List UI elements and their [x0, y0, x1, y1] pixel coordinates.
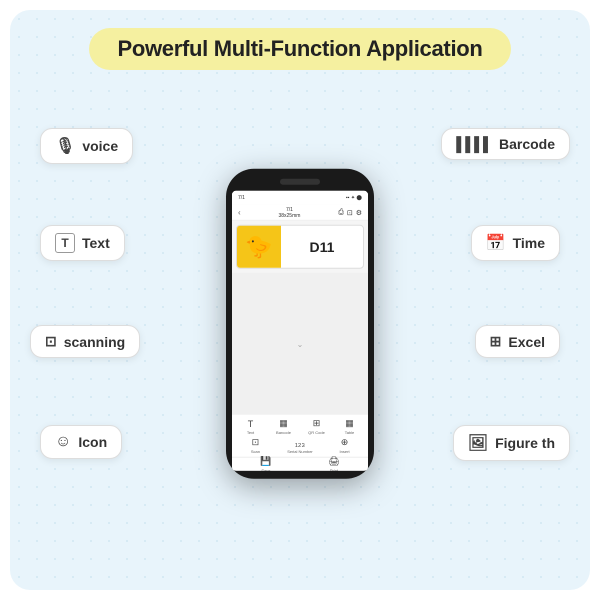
- title-text: Powerful Multi-Function Application: [117, 36, 482, 61]
- badge-excel: ⊞ Excel: [475, 325, 560, 358]
- scan-icon: ⊡: [45, 333, 57, 350]
- phone-notch: [280, 179, 320, 185]
- phone-toolbar[interactable]: T Text ▦ Barcode ⊞ QR Code ▦: [232, 415, 368, 457]
- toolbar-qrcode[interactable]: ⊞ QR Code: [306, 418, 328, 435]
- phone-screen: 7/1 ▪▪ ✦ ⬤ ‹ 7/1 38x25mm ⎙ ⊡ ⚙: [232, 191, 368, 471]
- content-area: 7/1 ▪▪ ✦ ⬤ ‹ 7/1 38x25mm ⎙ ⊡ ⚙: [10, 70, 590, 590]
- qr-toolbar-icon: ⊞: [313, 418, 321, 429]
- text-icon: T: [55, 233, 75, 253]
- phone-status-bar: 7/1 ▪▪ ✦ ⬤: [232, 191, 368, 205]
- badge-icon-feature: ☺ Icon: [40, 425, 122, 459]
- label-preview: 🐤 D11: [236, 225, 364, 269]
- toolbar-insert[interactable]: ⊕ Insert: [334, 437, 356, 454]
- insert-toolbar-icon: ⊕: [341, 437, 349, 448]
- time-icon: 📅: [486, 233, 506, 253]
- back-chevron-icon[interactable]: ‹: [238, 208, 241, 217]
- print-btn[interactable]: 🖨 Print: [328, 456, 339, 471]
- barcode-toolbar-icon: ▦: [279, 418, 288, 429]
- duck-emoji: 🐤: [237, 225, 281, 269]
- toolbar-barcode[interactable]: ▦ Barcode: [273, 418, 295, 435]
- badge-barcode: ▌▌▌▌ Barcode: [441, 128, 570, 160]
- phone-mockup: 7/1 ▪▪ ✦ ⬤ ‹ 7/1 38x25mm ⎙ ⊡ ⚙: [226, 169, 374, 479]
- toolbar-serial[interactable]: ₁₂₃ Serial Number: [287, 437, 313, 453]
- toolbar-row-1: T Text ▦ Barcode ⊞ QR Code ▦: [234, 418, 366, 435]
- badge-time: 📅 Time: [471, 225, 560, 261]
- print-icon: 🖨: [328, 456, 339, 467]
- scan-toolbar-icon: ⊡: [252, 437, 260, 448]
- toolbar-table[interactable]: ▦ Table: [339, 418, 361, 435]
- save-icon: 💾: [260, 456, 271, 467]
- text-toolbar-icon: T: [248, 418, 254, 428]
- toolbar-scan[interactable]: ⊡ Scan: [244, 437, 266, 454]
- image-icon: 🖼: [468, 433, 488, 453]
- time-label: Time: [513, 235, 545, 251]
- phone-nav-bar: ‹ 7/1 38x25mm ⎙ ⊡ ⚙: [232, 205, 368, 221]
- badge-text: T Text: [40, 225, 125, 261]
- label-d11-text: D11: [281, 239, 363, 255]
- save-btn[interactable]: 💾 Save: [260, 456, 271, 471]
- table-toolbar-icon: ▦: [345, 418, 354, 429]
- settings-icon[interactable]: ⚙: [356, 208, 362, 216]
- status-signal: ▪▪ ✦ ⬤: [346, 195, 362, 201]
- share-icon[interactable]: ⎙: [338, 208, 344, 216]
- app-title: Powerful Multi-Function Application: [89, 28, 510, 70]
- expand-icon: ⌄: [297, 339, 304, 348]
- phone-bottom-bar: 💾 Save 🖨 Print: [232, 457, 368, 471]
- toolbar-text[interactable]: T Text: [240, 418, 262, 434]
- status-time: 7/1: [238, 195, 245, 201]
- badge-voice: 🎙 voice: [40, 128, 133, 164]
- nav-icons: ⎙ ⊡ ⚙: [338, 208, 362, 216]
- app-container: Powerful Multi-Function Application 7/1 …: [10, 10, 590, 590]
- toolbar-row-2: ⊡ Scan ₁₂₃ Serial Number ⊕ Insert: [234, 437, 366, 454]
- badge-figure: 🖼 Figure th: [453, 425, 570, 461]
- excel-label: Excel: [508, 334, 545, 350]
- nav-title: 7/1 38x25mm: [278, 206, 300, 218]
- barcode-icon: ▌▌▌▌: [456, 136, 492, 152]
- excel-icon: ⊞: [490, 333, 502, 350]
- barcode-label: Barcode: [499, 136, 555, 152]
- voice-label: voice: [82, 138, 118, 154]
- serial-toolbar-icon: ₁₂₃: [295, 437, 305, 447]
- scanning-label: scanning: [64, 334, 125, 350]
- figure-label: Figure th: [495, 435, 555, 451]
- voice-icon: 🎙: [55, 136, 75, 156]
- phone-middle-area: ⌄: [232, 273, 368, 415]
- smiley-icon: ☺: [55, 433, 71, 451]
- badge-scanning: ⊡ scanning: [30, 325, 140, 358]
- icon-label: Icon: [78, 434, 107, 450]
- layout-icon[interactable]: ⊡: [347, 208, 353, 216]
- text-label: Text: [82, 235, 110, 251]
